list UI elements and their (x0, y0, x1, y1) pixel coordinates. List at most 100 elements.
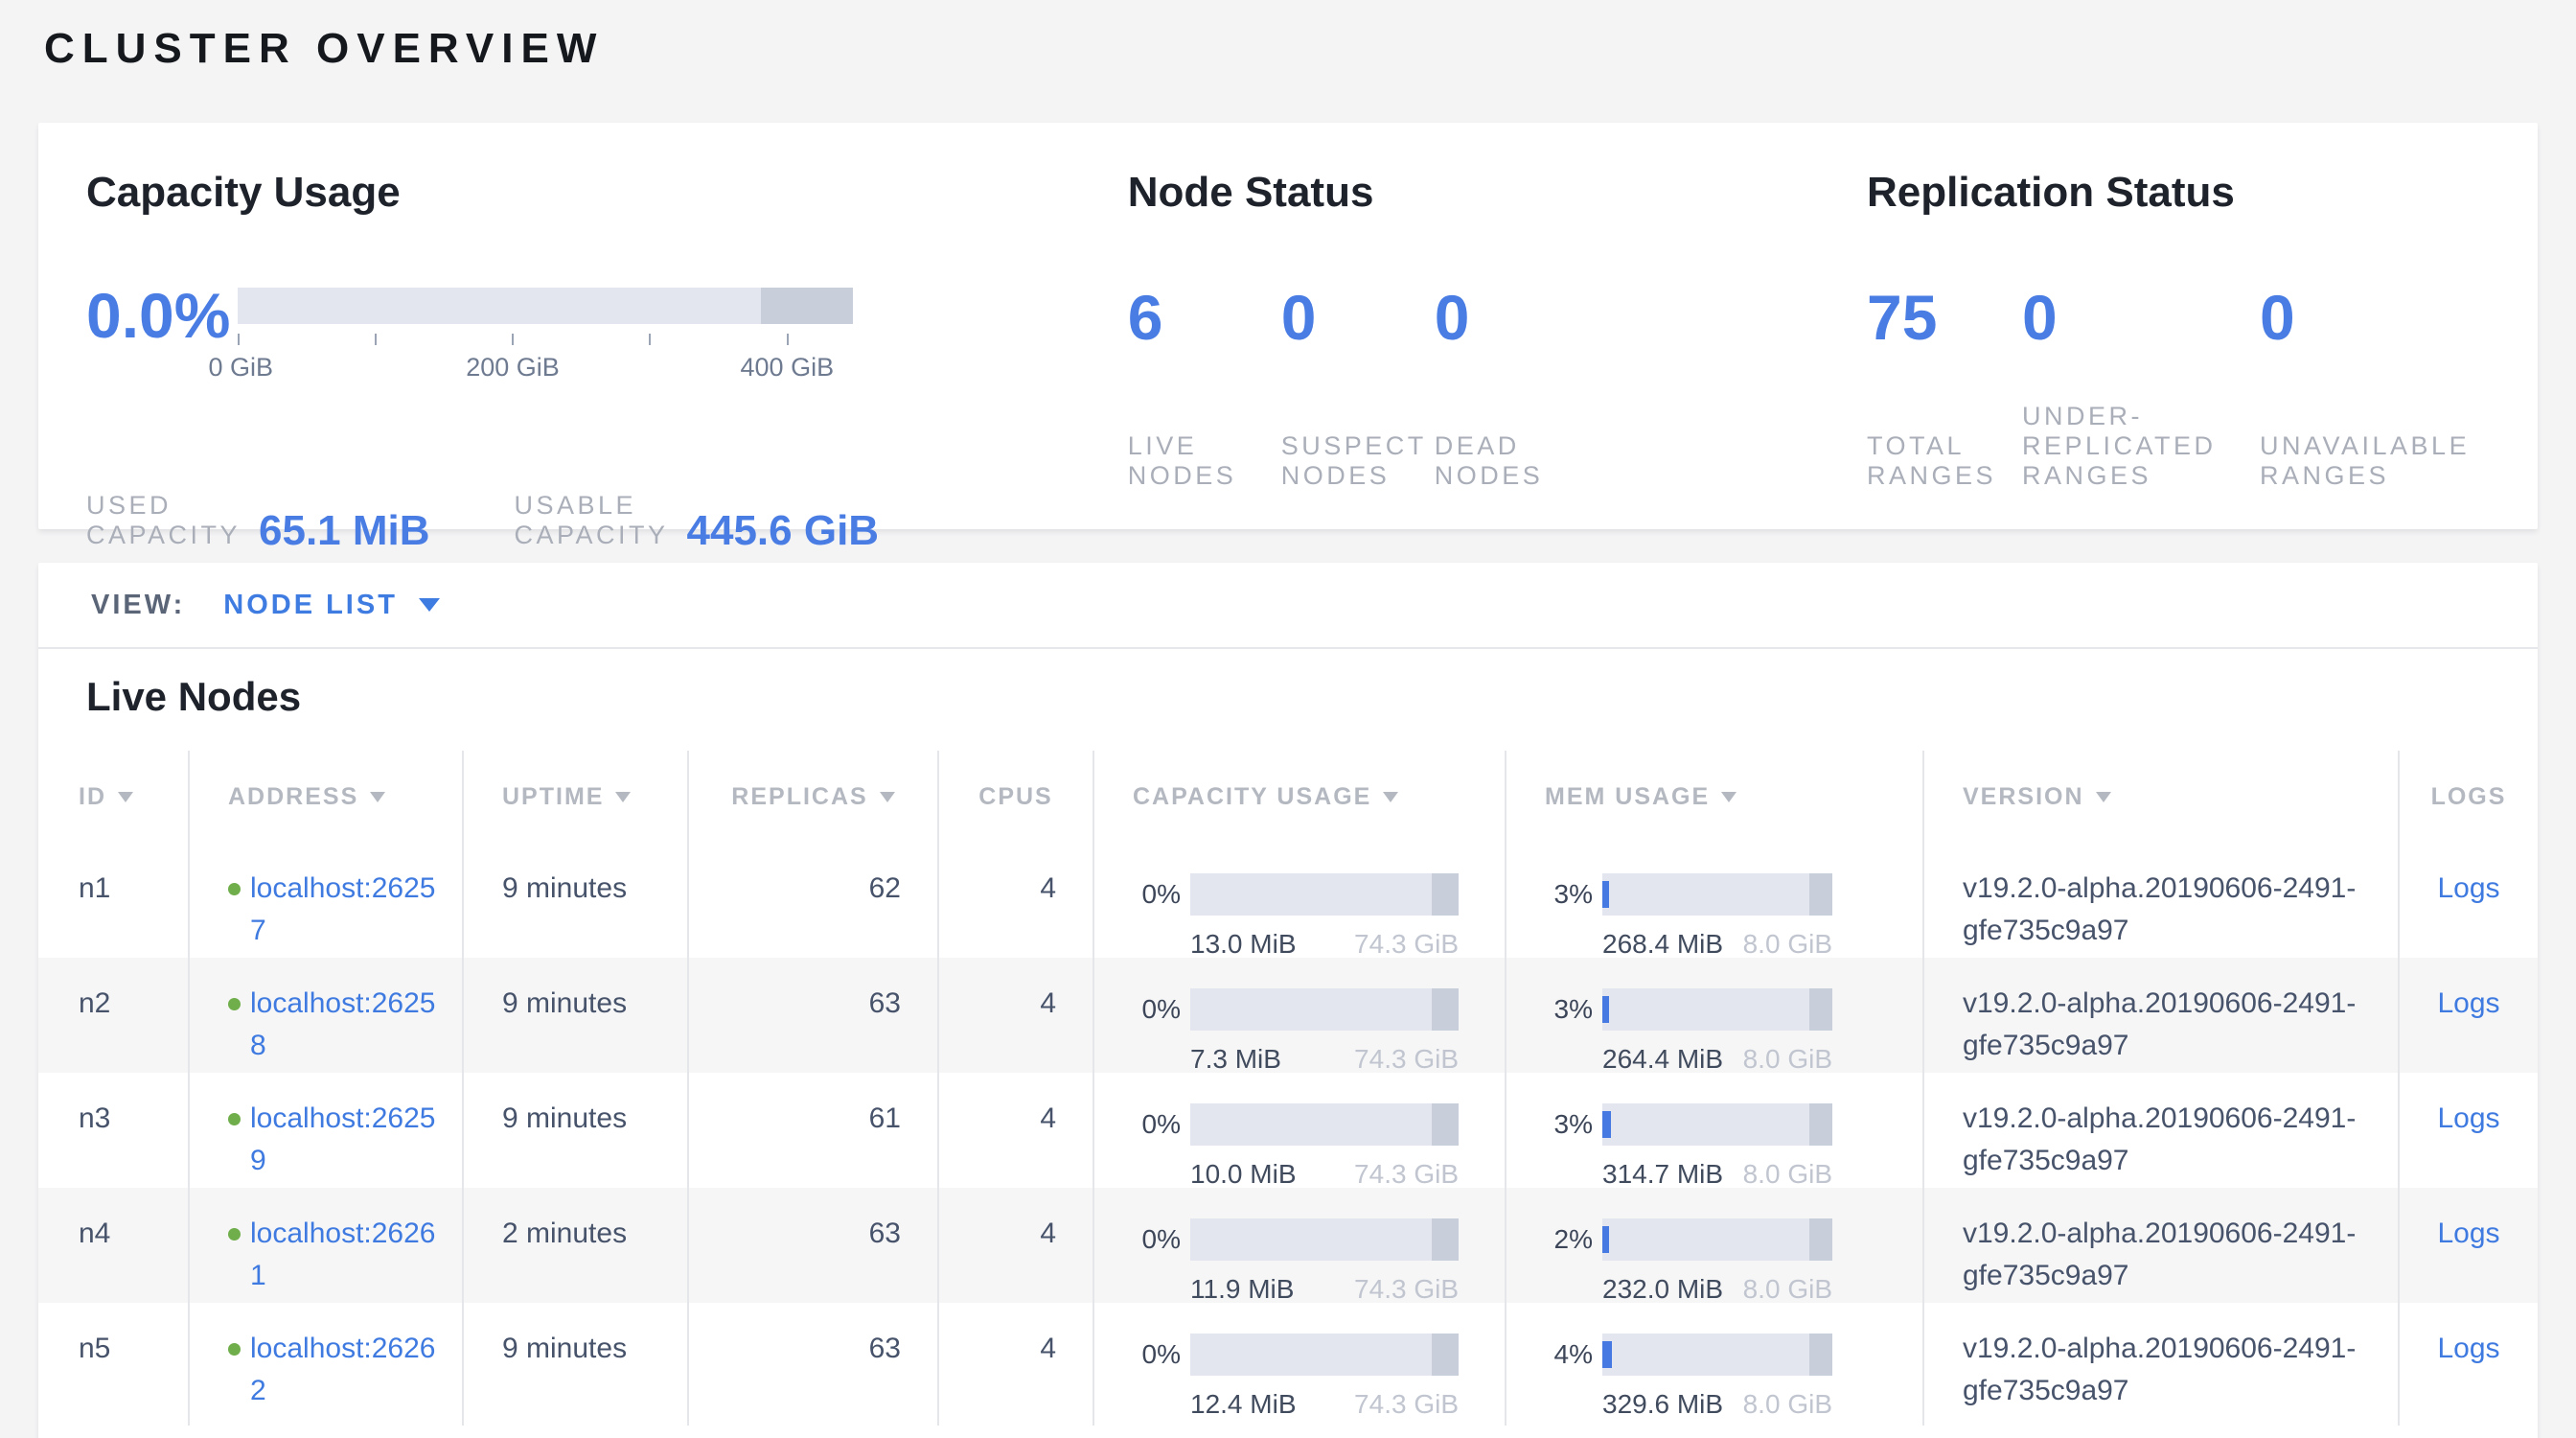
used-capacity-stat: USED CAPACITY 65.1 MiB (86, 491, 430, 550)
column-header-capacity-usage[interactable]: CAPACITY USAGE (1094, 751, 1506, 843)
sort-desc-icon (1383, 792, 1398, 802)
live-status-dot-icon (228, 883, 241, 895)
axis-tick (238, 334, 240, 345)
capacity-bar (1190, 1334, 1459, 1376)
axis-tick (375, 334, 377, 345)
address-cell: localhost:26261 (190, 1188, 464, 1310)
uptime-cell: 9 minutes (464, 958, 689, 1080)
mem-bar-reserved-segment (1809, 1103, 1832, 1146)
mem-bar-reserved-segment (1809, 1218, 1832, 1261)
node-status-section: Node Status 6 LIVE NODES 0 SUSPECT NODES… (1128, 169, 1867, 491)
column-header-replicas[interactable]: REPLICAS (689, 751, 939, 843)
mem-usage-cell: 4% 329.6 MiB 8.0 GiB (1506, 1303, 1924, 1426)
mem-bar-fill (1602, 1111, 1611, 1138)
axis-label-0: 0 GiB (208, 353, 273, 383)
capacity-percent-label: 0% (1108, 1218, 1181, 1261)
capacity-bar (1190, 1103, 1459, 1146)
replicas-cell: 63 (689, 1303, 939, 1426)
view-label: VIEW: (91, 590, 185, 621)
node-id-cell: n4 (38, 1188, 190, 1310)
capacity-percent-label: 0% (1108, 873, 1181, 916)
mem-percent-label: 3% (1520, 988, 1593, 1031)
cpus-cell: 4 (939, 843, 1094, 965)
capacity-max-value: 74.3 GiB (1354, 1383, 1459, 1426)
live-status-dot-icon (228, 998, 241, 1010)
axis-tick (512, 334, 514, 345)
suspect-nodes-label: SUSPECT NODES (1281, 431, 1415, 491)
used-capacity-value: 65.1 MiB (259, 507, 430, 555)
mem-bar-reserved-segment (1809, 988, 1832, 1031)
axis-label-200: 200 GiB (466, 353, 560, 383)
mem-bar-fill (1602, 1226, 1609, 1253)
mem-percent-label: 3% (1520, 873, 1593, 916)
under-replicated-ranges-stat: 0 UNDER-REPLICATED RANGES (2022, 286, 2260, 491)
column-header-version[interactable]: VERSION (1924, 751, 2400, 843)
logs-link[interactable]: Logs (2437, 1218, 2499, 1249)
under-replicated-ranges-label: UNDER-REPLICATED RANGES (2022, 402, 2225, 491)
live-nodes-stat: 6 LIVE NODES (1128, 286, 1281, 491)
address-link[interactable]: localhost:26262 (250, 1328, 447, 1412)
capacity-bar (1190, 1218, 1459, 1261)
capacity-usage-heading: Capacity Usage (86, 169, 1128, 217)
version-cell: v19.2.0-alpha.20190606-2491-gfe735c9a97 (1924, 1188, 2400, 1310)
address-link[interactable]: localhost:26261 (250, 1213, 447, 1297)
total-ranges-stat: 75 TOTAL RANGES (1867, 286, 2022, 491)
cpus-cell: 4 (939, 958, 1094, 1080)
mem-used-value: 329.6 MiB (1602, 1383, 1723, 1426)
mem-bar (1602, 1103, 1832, 1146)
address-cell: localhost:26259 (190, 1073, 464, 1195)
usable-capacity-label: USABLE CAPACITY (515, 491, 674, 550)
address-link[interactable]: localhost:26258 (250, 983, 447, 1067)
address-link[interactable]: localhost:26259 (250, 1098, 447, 1182)
column-header-address[interactable]: ADDRESS (190, 751, 464, 843)
suspect-nodes-value: 0 (1281, 286, 1435, 349)
version-cell: v19.2.0-alpha.20190606-2491-gfe735c9a97 (1924, 1073, 2400, 1195)
mem-bar-reserved-segment (1809, 1334, 1832, 1376)
logs-cell: Logs (2400, 958, 2538, 1080)
address-link[interactable]: localhost:26257 (250, 868, 447, 952)
cpus-cell: 4 (939, 1073, 1094, 1195)
summary-card: Capacity Usage 0.0% 0 GiB 200 GiB 400 Gi… (38, 123, 2538, 529)
table-row: n2 localhost:26258 9 minutes 63 4 0% (38, 958, 2538, 1073)
unavailable-ranges-label: UNAVAILABLE RANGES (2260, 431, 2482, 491)
capacity-bar-reserved-segment (1432, 988, 1459, 1031)
replication-status-section: Replication Status 75 TOTAL RANGES 0 UND… (1867, 169, 2490, 491)
capacity-used-percent: 0.0% (86, 284, 238, 347)
dead-nodes-stat: 0 DEAD NODES (1435, 286, 1588, 491)
page-title: CLUSTER OVERVIEW (44, 25, 2538, 73)
logs-cell: Logs (2400, 1188, 2538, 1310)
logs-cell: Logs (2400, 843, 2538, 965)
capacity-bar (1190, 873, 1459, 916)
column-header-mem-usage[interactable]: MEM USAGE (1506, 751, 1924, 843)
sort-desc-icon (615, 792, 631, 802)
cluster-overview-page: CLUSTER OVERVIEW Capacity Usage 0.0% 0 G… (0, 0, 2576, 1438)
capacity-percent-label: 0% (1108, 1334, 1181, 1376)
logs-link[interactable]: Logs (2437, 987, 2499, 1019)
mem-bar-fill (1602, 996, 1609, 1023)
view-selector-dropdown[interactable]: NODE LIST (223, 590, 440, 621)
logs-link[interactable]: Logs (2437, 872, 2499, 904)
axis-label-400: 400 GiB (741, 353, 835, 383)
replicas-cell: 61 (689, 1073, 939, 1195)
column-header-uptime[interactable]: UPTIME (464, 751, 689, 843)
capacity-bar-reserved-segment (761, 288, 853, 324)
live-status-dot-icon (228, 1228, 241, 1241)
view-selected-option: NODE LIST (223, 590, 398, 621)
logs-link[interactable]: Logs (2437, 1333, 2499, 1364)
capacity-used-value: 12.4 MiB (1190, 1383, 1297, 1426)
table-row: n3 localhost:26259 9 minutes 61 4 0% (38, 1073, 2538, 1188)
capacity-bar-reserved-segment (1432, 1218, 1459, 1261)
capacity-bar-reserved-segment (1432, 1103, 1459, 1146)
capacity-percent-label: 0% (1108, 1103, 1181, 1146)
capacity-usage-cell: 0% 10.0 MiB 74.3 GiB (1094, 1073, 1506, 1195)
replicas-cell: 62 (689, 843, 939, 965)
table-row: n5 localhost:26262 9 minutes 63 4 0% (38, 1303, 2538, 1418)
cpus-cell: 4 (939, 1303, 1094, 1426)
mem-percent-label: 4% (1520, 1334, 1593, 1376)
node-id-cell: n1 (38, 843, 190, 965)
mem-percent-label: 3% (1520, 1103, 1593, 1146)
view-bar: VIEW: NODE LIST (38, 563, 2538, 649)
sort-desc-icon (118, 792, 133, 802)
column-header-id[interactable]: ID (38, 751, 190, 843)
logs-link[interactable]: Logs (2437, 1102, 2499, 1134)
